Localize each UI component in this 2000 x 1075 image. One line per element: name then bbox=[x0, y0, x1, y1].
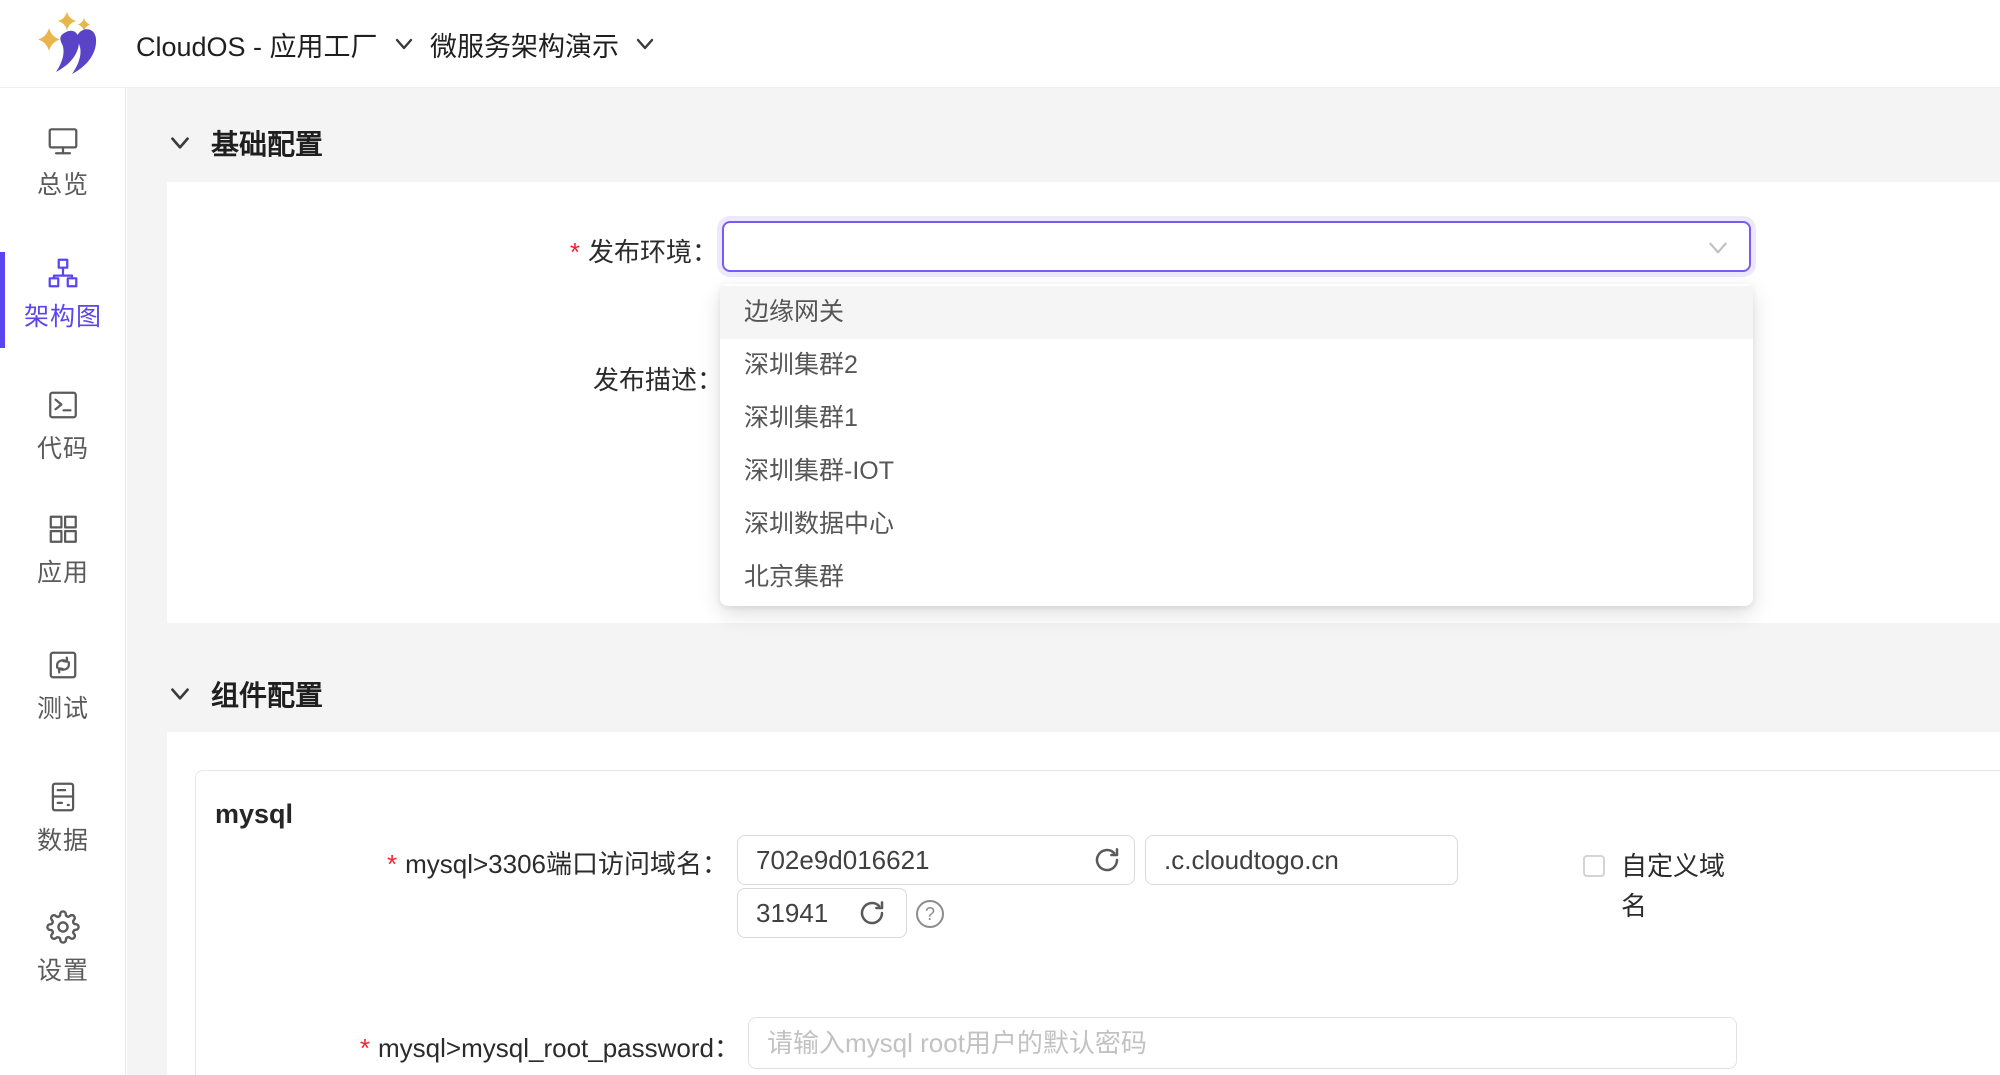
cloudos-logo-icon bbox=[36, 10, 98, 76]
left-nav-sidebar: 总览 架构图 代码 应用 bbox=[0, 88, 126, 1075]
sidebar-item-overview[interactable]: 总览 bbox=[0, 124, 126, 216]
dropdown-option[interactable]: 边缘网关 bbox=[720, 286, 1753, 339]
app-title: CloudOS - 应用工厂 bbox=[136, 25, 378, 64]
sidebar-item-label: 架构图 bbox=[24, 297, 102, 333]
monitor-icon bbox=[45, 124, 81, 158]
domain-prefix-input[interactable] bbox=[737, 835, 1135, 885]
chevron-down-icon bbox=[167, 130, 193, 156]
custom-domain-checkbox[interactable] bbox=[1583, 855, 1605, 877]
sidebar-item-label: 代码 bbox=[37, 429, 89, 465]
dropdown-option[interactable]: 深圳集群1 bbox=[720, 392, 1753, 445]
sidebar-item-label: 测试 bbox=[37, 689, 89, 725]
desc-field-label: 发布描述： bbox=[380, 360, 723, 397]
apps-grid-icon bbox=[45, 512, 81, 546]
dropdown-option[interactable]: 北京集群 bbox=[720, 551, 1753, 604]
required-marker: * bbox=[360, 1033, 370, 1063]
env-field-label: *发布环境： bbox=[380, 232, 718, 269]
help-question-icon[interactable]: ? bbox=[916, 900, 944, 928]
password-input[interactable] bbox=[748, 1017, 1737, 1069]
chevron-down-icon bbox=[167, 681, 193, 707]
database-icon bbox=[45, 780, 81, 814]
custom-domain-label[interactable]: 自定义域名 bbox=[1621, 846, 1737, 926]
sidebar-item-test[interactable]: 测试 bbox=[0, 648, 126, 740]
component-config-section-header[interactable]: 组件配置 bbox=[167, 674, 323, 714]
gear-icon bbox=[45, 910, 81, 944]
active-indicator-bar bbox=[0, 252, 5, 348]
sidebar-item-label: 数据 bbox=[37, 821, 89, 857]
sidebar-item-label: 应用 bbox=[37, 553, 89, 589]
password-field-label: *mysql>mysql_root_password： bbox=[300, 1028, 740, 1065]
domain-suffix-input[interactable] bbox=[1145, 835, 1458, 885]
env-select[interactable] bbox=[722, 221, 1751, 272]
sidebar-item-label: 总览 bbox=[37, 165, 89, 201]
required-marker: * bbox=[570, 237, 580, 267]
sidebar-item-settings[interactable]: 设置 bbox=[0, 910, 126, 1002]
sidebar-item-data[interactable]: 数据 bbox=[0, 780, 126, 872]
env-dropdown-menu: 边缘网关 深圳集群2 深圳集群1 深圳集群-IOT 深圳数据中心 北京集群 bbox=[720, 284, 1753, 606]
sidebar-item-code[interactable]: 代码 bbox=[0, 388, 126, 480]
chevron-down-icon bbox=[392, 32, 416, 56]
app-switcher[interactable]: CloudOS - 应用工厂 bbox=[136, 0, 416, 88]
test-cycle-icon bbox=[45, 648, 81, 682]
cloudos-app-window: CloudOS - 应用工厂 微服务架构演示 总览 架构图 bbox=[0, 0, 2000, 1075]
required-marker: * bbox=[387, 849, 397, 879]
sidebar-item-apps[interactable]: 应用 bbox=[0, 512, 126, 604]
refresh-icon[interactable] bbox=[1092, 845, 1122, 875]
dropdown-option[interactable]: 深圳集群2 bbox=[720, 339, 1753, 392]
dropdown-option[interactable]: 深圳数据中心 bbox=[720, 498, 1753, 551]
sitemap-icon bbox=[45, 256, 81, 290]
terminal-icon bbox=[45, 388, 81, 422]
refresh-icon[interactable] bbox=[857, 898, 887, 928]
top-header-bar: CloudOS - 应用工厂 微服务架构演示 bbox=[0, 0, 2000, 88]
domain-field-label: *mysql>3306端口访问域名： bbox=[320, 844, 728, 881]
project-switcher[interactable]: 微服务架构演示 bbox=[430, 0, 657, 88]
chevron-down-icon bbox=[633, 32, 657, 56]
sidebar-item-architecture[interactable]: 架构图 bbox=[0, 256, 126, 348]
section-title: 组件配置 bbox=[211, 674, 323, 714]
section-title: 基础配置 bbox=[211, 123, 323, 163]
sidebar-item-label: 设置 bbox=[37, 951, 89, 987]
dropdown-option[interactable]: 深圳集群-IOT bbox=[720, 445, 1753, 498]
component-name: mysql bbox=[215, 799, 293, 830]
basic-config-section-header[interactable]: 基础配置 bbox=[167, 123, 323, 163]
project-title: 微服务架构演示 bbox=[430, 25, 619, 64]
chevron-down-icon bbox=[1705, 235, 1731, 261]
